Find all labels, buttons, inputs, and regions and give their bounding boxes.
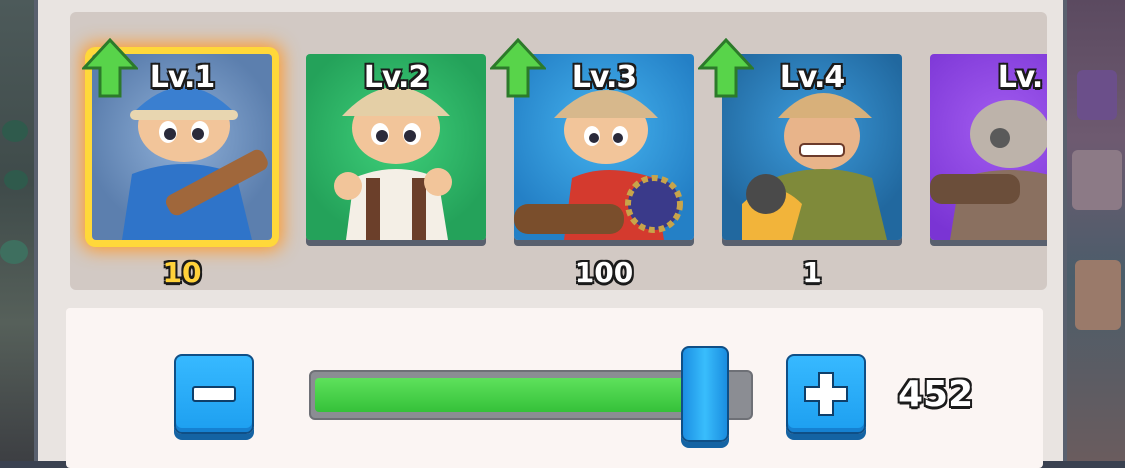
up-arrow-icon: [490, 38, 546, 98]
quantity-slider-handle[interactable]: [681, 346, 729, 442]
background-scene-right: [1067, 0, 1125, 461]
up-arrow-icon: [698, 38, 754, 98]
character-card-tray: Lv. 1 10 Lv.2 Lv.3 100 Lv.4 1 Lv.: [70, 12, 1047, 290]
increase-button[interactable]: [786, 354, 866, 434]
upgrade-panel: Lv. 1 10 Lv.2 Lv.3 100 Lv.4 1 Lv. 452: [34, 0, 1067, 468]
card-level-label: Lv.2: [363, 60, 430, 95]
plus-icon: [804, 372, 848, 416]
decrease-button[interactable]: [174, 354, 254, 434]
minus-icon: [192, 386, 236, 402]
card-count: 1: [802, 256, 822, 289]
quantity-value: 452: [898, 374, 974, 415]
up-arrow-icon: [82, 38, 138, 98]
quantity-slider-fill: [315, 378, 720, 412]
card-level-label: Lv.: [997, 60, 1044, 95]
card-count: 10: [162, 256, 202, 289]
card-count: 100: [574, 256, 634, 289]
quantity-selector: 452: [66, 308, 1043, 468]
background-scene-left: [0, 0, 34, 461]
